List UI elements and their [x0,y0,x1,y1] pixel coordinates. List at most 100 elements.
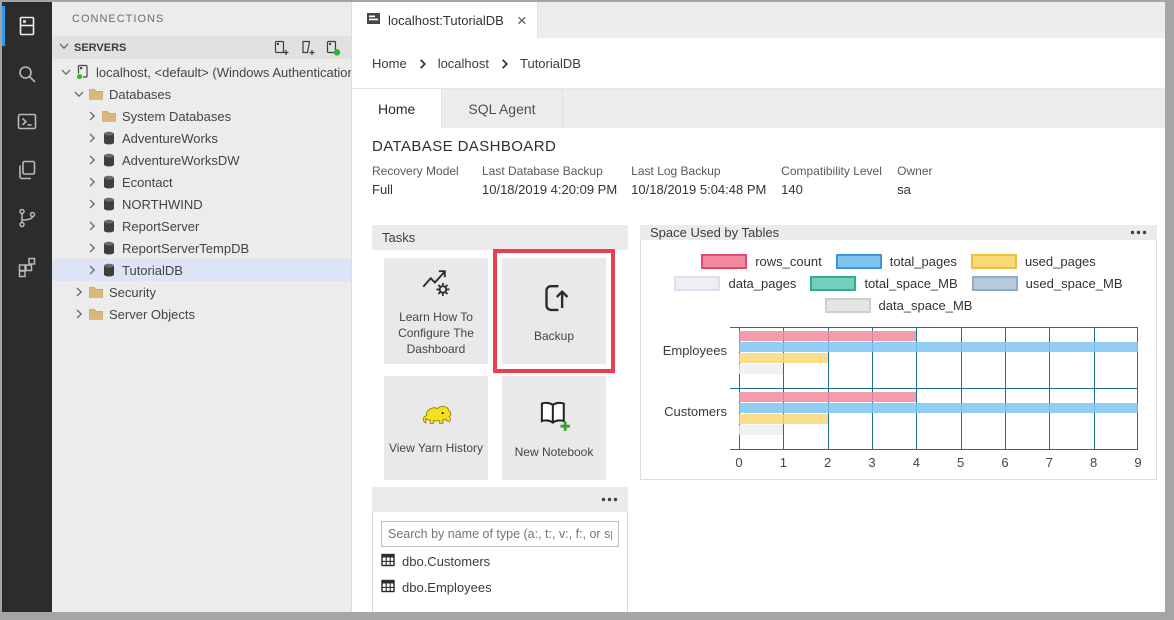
backup-button[interactable]: Backup [502,258,606,364]
tree-item-security[interactable]: Security [52,281,351,303]
space-used-widget: Space Used by Tables rows_counttotal_pag… [640,225,1157,475]
view-yarn-history-button[interactable]: View Yarn History [384,376,488,480]
tree-item-reportservertempdb[interactable]: ReportServerTempDB [52,237,351,259]
legend-data-space-mb: data_space_MB [825,298,973,313]
folder-icon [100,108,118,124]
bar-customers-rows-count [739,392,916,402]
tab-sql-agent[interactable]: SQL Agent [442,89,562,128]
breadcrumb-home[interactable]: Home [372,56,407,71]
space-used-chart: rows_count total_pages used_pages data_page… [640,240,1157,480]
database-icon [100,240,118,256]
chevron-down-icon[interactable] [58,64,74,80]
object-list: dbo.Customers dbo.Employees [381,550,619,599]
tree-item-reportserver[interactable]: ReportServer [52,215,351,237]
bar-customers-used-pages [739,414,828,424]
tree-item-databases[interactable]: Databases [52,83,351,105]
chart-band-employees: Employees [739,327,1138,388]
chart-plot-area: EmployeesCustomers [739,327,1138,449]
chevron-right-icon[interactable] [71,284,87,300]
legend-total-pages: total_pages [836,254,957,269]
server-icon [74,64,92,80]
tree-item-econtact[interactable]: Econtact [52,171,351,193]
new-server-group-icon[interactable] [299,40,315,56]
legend-rows-count: rows_count [701,254,821,269]
tree-item-adventureworks[interactable]: AdventureWorks [52,127,351,149]
database-icon [100,196,118,212]
chevron-down-icon[interactable] [71,86,87,102]
servers-toolbar [273,40,345,56]
close-icon[interactable]: × [517,12,527,29]
object-search-input[interactable] [381,521,619,547]
database-icon [100,152,118,168]
new-connection-icon[interactable] [273,40,289,56]
chevron-right-icon[interactable] [84,218,100,234]
legend-used-pages: used_pages [971,254,1096,269]
activity-bar [2,2,52,612]
chart-x-axis: 0123456789 [739,453,1138,479]
source-control-icon[interactable] [2,194,52,242]
folder-icon [87,284,105,300]
database-icon [100,174,118,190]
chart-band-customers: Customers [739,388,1138,449]
sidebar-title: CONNECTIONS [52,2,351,36]
backup-icon [534,278,574,322]
chevron-right-icon[interactable] [71,306,87,322]
connections-icon[interactable] [2,2,52,50]
database-properties: Recovery ModelFullLast Database Backup10… [372,164,1157,197]
dashboard-tab-icon [366,11,381,29]
active-connections-icon[interactable] [325,40,341,56]
editor-tab-bar: localhost:TutorialDB × [352,2,1165,38]
bar-customers-data-pages [739,425,783,435]
servers-section-header[interactable]: SERVERS [52,36,351,59]
tree-item-northwind[interactable]: NORTHWIND [52,193,351,215]
chevron-right-icon[interactable] [84,262,100,278]
object-dbo-employees[interactable]: dbo.Employees [381,576,619,599]
bar-employees-total-pages [739,342,1138,352]
chevron-right-icon [417,58,428,70]
breadcrumb-tutorialdb[interactable]: TutorialDB [520,56,581,71]
server-tree: localhost, <default> (Windows Authentica… [52,59,351,325]
chart-legend: rows_count total_pages used_pages data_page… [655,254,1142,313]
database-icon [100,130,118,146]
search-icon[interactable] [2,50,52,98]
servers-section-label: SERVERS [74,42,273,54]
chevron-down-icon [56,38,72,57]
tree-item-system-databases[interactable]: System Databases [52,105,351,127]
window-frame: CONNECTIONS SERVERS localhost, <default>… [0,0,1174,620]
new-notebook-button[interactable]: New Notebook [502,376,606,480]
property-compatibility-level: Compatibility Level140 [781,164,883,197]
dashboard-content: DATABASE DASHBOARD Recovery ModelFullLas… [352,128,1165,612]
more-actions-icon[interactable] [1130,230,1147,235]
page-title: DATABASE DASHBOARD [372,138,1157,155]
connections-sidebar: CONNECTIONS SERVERS localhost, <default>… [52,2,352,612]
tab-home[interactable]: Home [352,89,442,128]
tree-item-adventureworksdw[interactable]: AdventureWorksDW [52,149,351,171]
tree-item-server-objects[interactable]: Server Objects [52,303,351,325]
breadcrumb-localhost[interactable]: localhost [438,56,489,71]
table-icon [381,579,395,596]
object-dbo-customers[interactable]: dbo.Customers [381,550,619,573]
chevron-right-icon[interactable] [84,240,100,256]
learn-how-to-configure-the-dashboard-button[interactable]: Learn How To Configure The Dashboard [384,258,488,364]
database-icon [100,218,118,234]
notebooks-icon[interactable] [2,146,52,194]
yarn-elephant-icon [419,400,453,434]
more-actions-icon[interactable] [601,497,618,502]
extensions-icon[interactable] [2,242,52,290]
category-label-customers: Customers [647,404,727,419]
editor-tab-localhost-tutorialdb[interactable]: localhost:TutorialDB × [352,2,538,38]
objects-search-widget: dbo.Customers dbo.Employees [372,487,628,612]
table-icon [381,553,395,570]
tree-item-localhost[interactable]: localhost, <default> (Windows Authentica… [52,61,351,83]
chevron-right-icon[interactable] [84,174,100,190]
chevron-right-icon[interactable] [84,108,100,124]
terminal-icon[interactable] [2,98,52,146]
folder-icon [87,86,105,102]
chevron-right-icon[interactable] [84,130,100,146]
database-icon [100,262,118,278]
legend-data-pages: data_pages [674,276,796,291]
tasks-widget: Tasks Learn How To Configure The Dashboa… [372,225,628,475]
chevron-right-icon[interactable] [84,152,100,168]
tree-item-tutorialdb[interactable]: TutorialDB [52,259,351,281]
chevron-right-icon[interactable] [84,196,100,212]
